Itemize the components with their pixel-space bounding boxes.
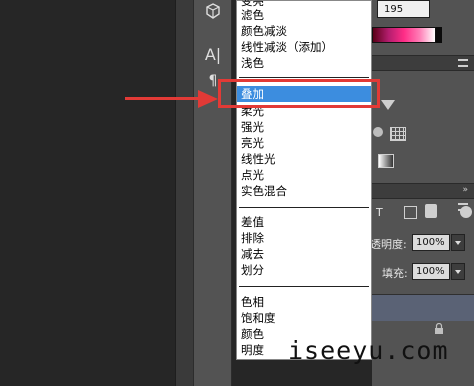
blend-item-divide[interactable]: 划分 <box>237 262 371 278</box>
layer-filter-label: T <box>376 206 383 219</box>
opacity-dropdown-button[interactable] <box>451 234 465 251</box>
gradient-black-swatch[interactable] <box>436 27 442 43</box>
collapse-icon[interactable]: » <box>462 184 468 197</box>
tool-strip: A| ¶ <box>193 0 232 386</box>
panel-header-adjust[interactable] <box>372 55 474 71</box>
menu-divider <box>239 77 369 78</box>
panel-menu-icon[interactable] <box>458 59 468 67</box>
blend-item-exclusion[interactable]: 排除 <box>237 230 371 246</box>
layer-row-selected[interactable] <box>372 294 474 321</box>
blend-item-vivid-light[interactable]: 亮光 <box>237 135 371 151</box>
triangle-down-icon[interactable] <box>381 100 395 110</box>
smart-object-filter-icon[interactable] <box>425 204 437 218</box>
blend-item-lighter-color[interactable]: 浅色 <box>237 55 371 71</box>
blend-item-hue[interactable]: 色相 <box>237 294 371 310</box>
highlight-box <box>218 79 380 108</box>
blend-item-saturation[interactable]: 饱和度 <box>237 310 371 326</box>
arrow-head-icon <box>198 90 218 108</box>
menu-divider <box>239 207 369 208</box>
panel-header-layers[interactable]: » <box>372 183 474 199</box>
blend-item-screen[interactable]: 滤色 <box>237 7 371 23</box>
grid-icon[interactable] <box>390 127 406 141</box>
blend-item-color-dodge[interactable]: 颜色减淡 <box>237 23 371 39</box>
filter-toggle-icon[interactable] <box>460 206 472 218</box>
lock-icon <box>434 322 446 337</box>
color-gradient-bar[interactable] <box>372 27 436 43</box>
color-value-field[interactable]: 195 <box>377 0 430 18</box>
blend-item-linear-light[interactable]: 线性光 <box>237 151 371 167</box>
arrow-shaft <box>125 97 203 100</box>
opacity-label: 透明度: <box>370 238 407 251</box>
canvas-area <box>0 0 175 386</box>
blend-item-linear-dodge[interactable]: 线性减淡（添加） <box>237 39 371 55</box>
watermark-text: iseeyu.com <box>288 336 449 365</box>
character-panel-icon[interactable]: A| <box>202 44 224 66</box>
blend-item-pin-light[interactable]: 点光 <box>237 167 371 183</box>
circle-icon[interactable] <box>373 127 383 137</box>
fill-field[interactable]: 100% <box>412 263 450 280</box>
menu-divider <box>239 286 369 287</box>
opacity-field[interactable]: 100% <box>412 234 450 251</box>
3d-cube-icon[interactable] <box>202 3 224 25</box>
blend-item-difference[interactable]: 差值 <box>237 214 371 230</box>
right-panels: 195 » T 透明度: 100% 填充: 100% <box>370 0 474 386</box>
gradient-map-icon[interactable] <box>378 154 394 168</box>
transform-filter-icon[interactable] <box>404 206 417 219</box>
fill-label: 填充: <box>382 267 408 280</box>
blend-mode-menu[interactable]: 变亮 滤色 颜色减淡 线性减淡（添加） 浅色 叠加 柔光 强光 亮光 线性光 点… <box>236 0 372 360</box>
blend-item-hard-mix[interactable]: 实色混合 <box>237 183 371 199</box>
blend-item-hard-light[interactable]: 强光 <box>237 119 371 135</box>
blend-item-subtract[interactable]: 减去 <box>237 246 371 262</box>
fill-dropdown-button[interactable] <box>451 263 465 280</box>
panel-collapse-strip <box>175 0 194 386</box>
